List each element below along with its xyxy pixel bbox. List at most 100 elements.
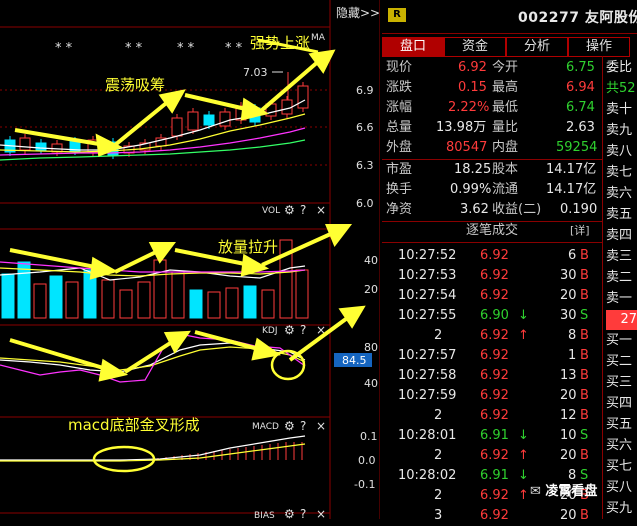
candle-body: [281, 99, 293, 115]
vol-close-icon[interactable]: ×: [316, 203, 326, 217]
hide-button[interactable]: 隐藏>>: [336, 6, 380, 20]
orderbook-item: 买九: [606, 501, 633, 516]
volume-bar: [33, 283, 47, 319]
quote-row-pe: 市盈 18.25 股本 14.17亿: [382, 160, 602, 180]
trade-time: 2: [434, 448, 443, 463]
trade-price: 6.92: [480, 388, 509, 403]
orderbook-divider: [602, 56, 603, 519]
volume-bar: [207, 291, 221, 319]
trade-time: 10:27:57: [398, 348, 457, 363]
orderbook-item: 买一: [606, 333, 633, 348]
watermark: ✉ 凌霄看盘: [530, 480, 597, 499]
bias-close-icon[interactable]: ×: [316, 507, 326, 519]
kdj-gear-icon[interactable]: ⚙: [284, 323, 295, 337]
tab-pankou[interactable]: 盘口: [382, 37, 444, 57]
trade-row: 10:27:52 6.92 6 B: [382, 246, 602, 266]
trade-side: B: [580, 288, 589, 303]
trade-time: 3: [434, 508, 443, 523]
macd-help-icon[interactable]: ?: [300, 419, 306, 433]
trade-time: 10:27:53: [398, 268, 457, 283]
trade-row: 3 6.92 20 B: [382, 506, 602, 526]
orderbook-item: 卖四: [606, 228, 633, 243]
open-price: 6.75: [566, 60, 595, 75]
trade-volume: 20: [560, 388, 577, 403]
chart-stars: * * * * * * * *: [55, 41, 243, 56]
rzrq-badge: R: [388, 8, 406, 22]
orderbook-item: 卖八: [606, 144, 633, 159]
trade-volume: 1: [568, 348, 577, 363]
kdj-label: KDJ: [262, 326, 278, 336]
eps-value: 0.190: [560, 202, 598, 217]
orderbook-item: 卖三: [606, 249, 633, 264]
quote-row-outin: 外盘 80547 内盘 59254: [382, 138, 602, 158]
bias-gear-icon[interactable]: ⚙: [284, 507, 295, 519]
watermark-text: 凌霄看盘: [545, 484, 598, 499]
vol-help-icon[interactable]: ?: [300, 203, 306, 217]
quote-row-turnover: 换手 0.99% 流通 14.17亿: [382, 180, 602, 200]
trade-row: 2 6.92 12 B: [382, 406, 602, 426]
trade-volume: 8: [568, 328, 577, 343]
kdj-help-icon[interactable]: ?: [300, 323, 306, 337]
trade-price: 6.92: [480, 348, 509, 363]
trade-side: B: [580, 408, 589, 423]
orderbook-item: 买七: [606, 459, 633, 474]
trade-row: 10:27:55 6.90 ↓ 30 S: [382, 306, 602, 326]
trade-side: B: [580, 248, 589, 263]
volume-bar: [1, 273, 15, 319]
bias-help-icon[interactable]: ?: [300, 507, 306, 519]
trades-detail-link[interactable]: [详]: [570, 221, 590, 241]
volume-bar: [171, 271, 185, 319]
trade-row: 10:27:59 6.92 20 B: [382, 386, 602, 406]
annotation-strong-rise: 强势上涨: [250, 34, 310, 52]
orderbook-item: 卖七: [606, 165, 633, 180]
vol-gear-icon[interactable]: ⚙: [284, 203, 295, 217]
macd-close-icon[interactable]: ×: [316, 419, 326, 433]
star-mark: * *: [177, 41, 195, 56]
trade-price: 6.91: [480, 428, 509, 443]
trade-side: B: [580, 388, 589, 403]
change-value: 0.15: [458, 80, 487, 95]
price-tick: 6.3: [356, 159, 374, 172]
trade-price: 6.92: [480, 248, 509, 263]
trade-row: 2 6.92 ↑ 8 B: [382, 326, 602, 346]
annotation-arrows: [9, 38, 366, 382]
nav-value: 3.62: [460, 202, 489, 217]
orderbook-item: 卖一: [606, 291, 633, 306]
orderbook-item: 买三: [606, 375, 633, 390]
trade-row: 2 6.92 ↑ 20 B: [382, 446, 602, 466]
trade-arrow: ↑: [518, 448, 529, 463]
annotation-shock-absorb: 震荡吸筹: [105, 76, 165, 94]
trade-time: 10:28:01: [398, 428, 457, 443]
trade-arrow: ↓: [518, 468, 529, 483]
trade-time: 10:27:55: [398, 308, 457, 323]
macd-tick: 0.0: [358, 454, 376, 467]
trade-price: 6.92: [480, 268, 509, 283]
macd-gear-icon[interactable]: ⚙: [284, 419, 295, 433]
star-mark: * *: [55, 41, 73, 56]
orderbook-item: 卖五: [606, 207, 633, 222]
candle-body: [297, 85, 309, 109]
trade-time: 10:27:59: [398, 388, 457, 403]
star-mark: * *: [125, 41, 143, 56]
pe-value: 18.25: [454, 162, 492, 177]
macd-dea-line: [0, 443, 306, 462]
trade-volume: 12: [560, 408, 577, 423]
candle-body: [171, 117, 183, 137]
outer-label: 外盘: [386, 140, 413, 155]
tab-funds[interactable]: 资金: [444, 37, 506, 57]
quote-row-vol: 总量 13.98万 量比 2.63: [382, 118, 602, 138]
float-label: 流通: [492, 182, 519, 197]
trade-time: 10:27:54: [398, 288, 457, 303]
turnover-value: 0.99%: [450, 182, 492, 197]
low-label: 最低: [492, 100, 519, 115]
trade-price: 6.92: [480, 488, 509, 503]
share-value: 14.17亿: [546, 162, 597, 177]
price-tick: 6.6: [356, 121, 374, 134]
trades-header: 逐笔成交 [详]: [382, 221, 602, 241]
macd-tick: 0.1: [360, 430, 378, 443]
tab-analysis[interactable]: 分析: [506, 37, 568, 57]
volume-bar: [261, 289, 275, 319]
eps-label: 收益(二): [492, 202, 542, 217]
trade-volume: 20: [560, 288, 577, 303]
tab-operation[interactable]: 操作: [568, 37, 630, 57]
